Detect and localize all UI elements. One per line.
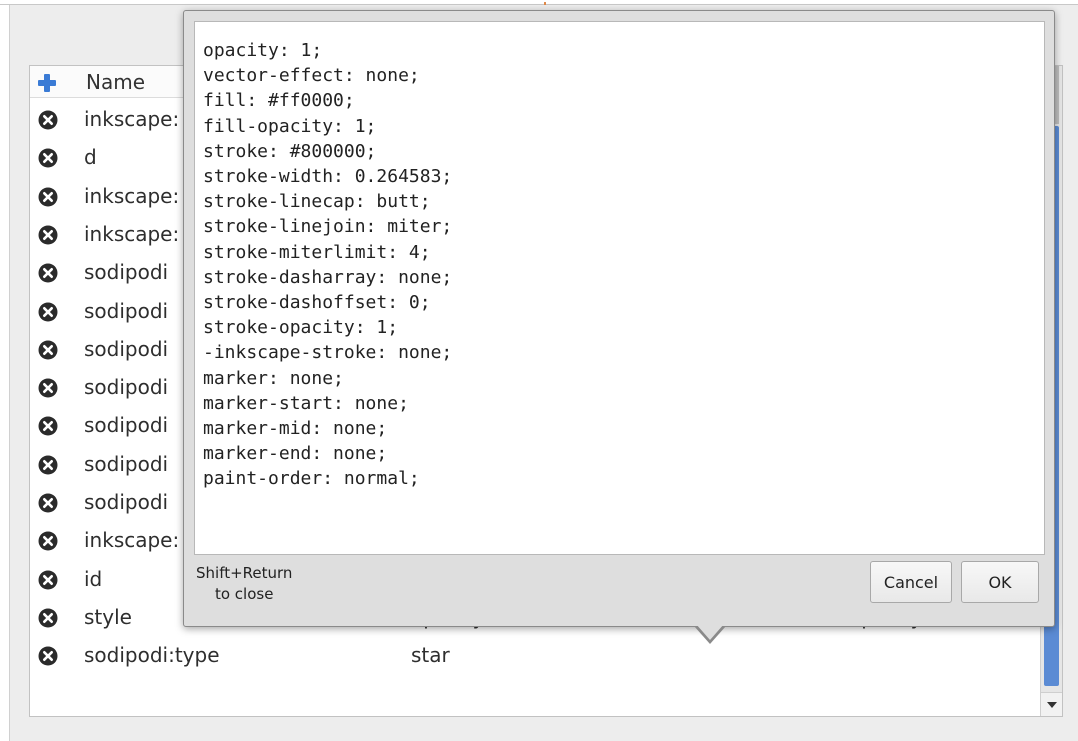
remove-circle-icon[interactable] bbox=[38, 378, 58, 398]
chevron-down-icon bbox=[1046, 701, 1057, 708]
ok-button[interactable]: OK bbox=[961, 561, 1039, 603]
remove-circle-icon[interactable] bbox=[38, 608, 58, 628]
popover-arrow-fill bbox=[696, 624, 724, 640]
editor-line: stroke-dasharray: none; bbox=[203, 266, 453, 288]
editor-line: marker-mid: none; bbox=[203, 418, 388, 440]
top-divider bbox=[0, 4, 1078, 5]
editor-line: paint-order: normal; bbox=[203, 468, 420, 490]
remove-circle-icon[interactable] bbox=[38, 148, 58, 168]
style-value-editor[interactable]: opacity: 1; vector-effect: none; fill: #ff… bbox=[194, 21, 1045, 555]
remove-circle-icon[interactable] bbox=[38, 263, 58, 283]
remove-circle-icon[interactable] bbox=[38, 455, 58, 475]
editor-line: stroke-dashoffset: 0; bbox=[203, 292, 431, 314]
editor-line: -inkscape-stroke: none; bbox=[203, 342, 453, 364]
close-hint: Shift+Return to close bbox=[196, 563, 292, 605]
attribute-name: sodipodi bbox=[84, 413, 169, 438]
attribute-name: sodipodi bbox=[84, 298, 169, 323]
attribute-name: sodipodi bbox=[84, 336, 169, 361]
remove-circle-icon[interactable] bbox=[38, 110, 58, 130]
table-row[interactable]: sodipodi:type star bbox=[30, 638, 1040, 676]
editor-line: vector-effect: none; bbox=[203, 65, 420, 87]
attribute-name: style bbox=[84, 604, 132, 629]
attribute-name: sodipodi bbox=[84, 490, 169, 514]
attribute-value[interactable]: star bbox=[411, 643, 450, 667]
editor-line: marker-end: none; bbox=[203, 443, 388, 465]
attribute-name: sodipodi bbox=[84, 375, 169, 400]
column-header-name[interactable]: Name bbox=[86, 70, 145, 94]
left-edge bbox=[0, 4, 10, 741]
editor-line: fill: #ff0000; bbox=[203, 90, 355, 112]
editor-line: stroke-linecap: butt; bbox=[203, 191, 431, 213]
remove-circle-icon[interactable] bbox=[38, 340, 58, 360]
add-attribute-button[interactable] bbox=[36, 72, 58, 94]
attribute-name: inkscape: bbox=[84, 221, 180, 246]
remove-circle-icon[interactable] bbox=[38, 302, 58, 322]
attribute-name: sodipodi:type bbox=[84, 643, 220, 668]
editor-line: stroke: #800000; bbox=[203, 140, 377, 162]
attribute-name: inkscape: bbox=[84, 107, 180, 131]
remove-circle-icon[interactable] bbox=[38, 570, 58, 590]
attribute-name: inkscape: bbox=[84, 528, 180, 553]
remove-circle-icon[interactable] bbox=[38, 416, 58, 436]
remove-circle-icon[interactable] bbox=[38, 187, 58, 207]
scroll-down-button[interactable] bbox=[1041, 692, 1062, 716]
editor-line: marker-start: none; bbox=[203, 392, 409, 414]
plus-icon bbox=[38, 74, 56, 92]
attribute-name: d bbox=[84, 145, 97, 170]
attribute-name: sodipodi bbox=[84, 451, 169, 476]
editor-line: marker: none; bbox=[203, 367, 344, 389]
cancel-button[interactable]: Cancel bbox=[870, 561, 952, 603]
attribute-name: sodipodi bbox=[84, 260, 169, 285]
remove-circle-icon[interactable] bbox=[38, 493, 58, 513]
hint-line-1: Shift+Return bbox=[196, 564, 293, 582]
attribute-name: inkscape: bbox=[84, 183, 180, 208]
editor-line: stroke-opacity: 1; bbox=[203, 317, 399, 339]
editor-line: fill-opacity: 1; bbox=[203, 115, 377, 137]
remove-circle-icon[interactable] bbox=[38, 531, 58, 551]
top-marker bbox=[544, 2, 546, 5]
editor-line: stroke-width: 0.264583; bbox=[203, 166, 453, 188]
hint-line-2: to close bbox=[214, 585, 274, 603]
editor-line: opacity: 1; bbox=[203, 40, 323, 61]
attribute-name: id bbox=[84, 566, 103, 591]
remove-circle-icon[interactable] bbox=[38, 225, 58, 245]
editor-line: stroke-linejoin: miter; bbox=[203, 216, 453, 238]
editor-line: stroke-miterlimit: 4; bbox=[203, 241, 431, 263]
value-editor-popover: opacity: 1; vector-effect: none; fill: #ff… bbox=[183, 10, 1055, 627]
remove-circle-icon[interactable] bbox=[38, 646, 58, 666]
